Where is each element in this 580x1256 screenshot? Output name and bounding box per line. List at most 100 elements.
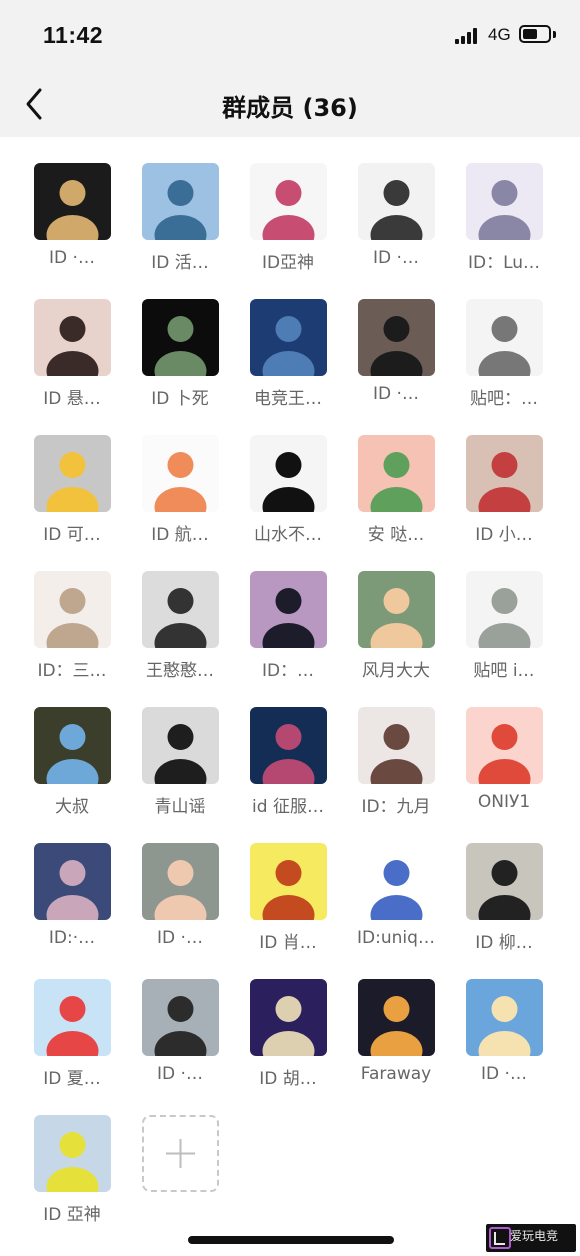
member-avatar[interactable] bbox=[142, 163, 219, 240]
member-name: ID：三… bbox=[37, 661, 107, 681]
member-avatar[interactable] bbox=[250, 979, 327, 1056]
member-avatar[interactable] bbox=[250, 571, 327, 648]
member-item[interactable]: ID 夏… bbox=[18, 979, 126, 1109]
member-avatar[interactable] bbox=[142, 571, 219, 648]
member-item[interactable]: 风月大大 bbox=[342, 571, 450, 701]
battery-tip bbox=[553, 31, 556, 38]
network-type: 4G bbox=[488, 25, 511, 44]
member-avatar[interactable] bbox=[466, 843, 543, 920]
member-item[interactable]: Faraway bbox=[342, 979, 450, 1109]
plus-icon bbox=[166, 1139, 195, 1168]
member-avatar[interactable] bbox=[142, 299, 219, 376]
member-item[interactable]: 贴吧：… bbox=[450, 299, 558, 429]
member-avatar[interactable] bbox=[358, 979, 435, 1056]
member-avatar[interactable] bbox=[466, 435, 543, 512]
battery-icon bbox=[519, 25, 551, 43]
member-item[interactable]: ID ·… bbox=[342, 299, 450, 429]
watermark-text: 爱玩电竞 bbox=[510, 1229, 559, 1243]
member-name: ID 亞神 bbox=[43, 1205, 101, 1225]
member-item[interactable]: ID：九月 bbox=[342, 707, 450, 837]
member-name: 安 哒… bbox=[367, 525, 425, 545]
member-avatar[interactable] bbox=[142, 979, 219, 1056]
member-item[interactable]: ID 活… bbox=[126, 163, 234, 293]
member-avatar[interactable] bbox=[250, 843, 327, 920]
member-name: ID：… bbox=[261, 661, 315, 681]
member-avatar[interactable] bbox=[142, 843, 219, 920]
member-item[interactable]: ID亞神 bbox=[234, 163, 342, 293]
member-item[interactable]: 贴吧 i… bbox=[450, 571, 558, 701]
member-name: ID ·… bbox=[157, 1064, 203, 1084]
member-item[interactable]: 大叔 bbox=[18, 707, 126, 837]
member-item[interactable]: id 征服… bbox=[234, 707, 342, 837]
member-item[interactable]: 山水不… bbox=[234, 435, 342, 565]
member-item[interactable]: ID ·… bbox=[18, 163, 126, 293]
member-avatar[interactable] bbox=[358, 707, 435, 784]
member-avatar[interactable] bbox=[358, 843, 435, 920]
home-indicator bbox=[188, 1236, 394, 1244]
member-item[interactable]: 电竞王… bbox=[234, 299, 342, 429]
member-item[interactable]: ID：… bbox=[234, 571, 342, 701]
member-avatar[interactable] bbox=[358, 571, 435, 648]
member-avatar[interactable] bbox=[34, 571, 111, 648]
member-item[interactable]: ID 小… bbox=[450, 435, 558, 565]
member-name: ID 肖… bbox=[259, 933, 317, 953]
member-name: ID ·… bbox=[373, 384, 419, 404]
member-avatar[interactable] bbox=[466, 299, 543, 376]
member-item[interactable]: 王憨憨… bbox=[126, 571, 234, 701]
member-item[interactable]: ID：三… bbox=[18, 571, 126, 701]
member-name: 山水不… bbox=[254, 525, 322, 545]
member-avatar[interactable] bbox=[34, 1115, 111, 1192]
member-item[interactable]: ID 可… bbox=[18, 435, 126, 565]
page-title: 群成员 (36) bbox=[222, 94, 358, 122]
member-item[interactable]: ID:·… bbox=[18, 843, 126, 973]
member-item[interactable]: ID 肖… bbox=[234, 843, 342, 973]
member-avatar[interactable] bbox=[34, 979, 111, 1056]
member-name: ID ·… bbox=[373, 248, 419, 268]
member-avatar[interactable] bbox=[466, 979, 543, 1056]
member-item[interactable]: 安 哒… bbox=[342, 435, 450, 565]
member-name: ID 胡… bbox=[259, 1069, 317, 1089]
member-item[interactable]: ID 胡… bbox=[234, 979, 342, 1109]
member-avatar[interactable] bbox=[358, 435, 435, 512]
member-item[interactable]: ID ·… bbox=[126, 979, 234, 1109]
member-avatar[interactable] bbox=[34, 843, 111, 920]
member-item[interactable]: ID ·… bbox=[126, 843, 234, 973]
member-avatar[interactable] bbox=[34, 163, 111, 240]
member-avatar[interactable] bbox=[250, 299, 327, 376]
member-avatar[interactable] bbox=[34, 707, 111, 784]
member-name: 青山谣 bbox=[154, 797, 206, 817]
member-item[interactable]: ID 卜死 bbox=[126, 299, 234, 429]
member-name: ID 小… bbox=[475, 525, 533, 545]
member-name: ID:uniq… bbox=[357, 928, 435, 948]
member-avatar[interactable] bbox=[466, 163, 543, 240]
member-avatar[interactable] bbox=[34, 299, 111, 376]
signal-icon bbox=[455, 28, 481, 44]
member-avatar[interactable] bbox=[142, 435, 219, 512]
watermark-logo: 爱玩电竞 bbox=[486, 1224, 576, 1252]
member-avatar[interactable] bbox=[142, 707, 219, 784]
member-avatar[interactable] bbox=[358, 299, 435, 376]
member-item[interactable]: ID:uniq… bbox=[342, 843, 450, 973]
add-member-button[interactable] bbox=[142, 1115, 219, 1192]
member-item[interactable]: ID：Lu… bbox=[450, 163, 558, 293]
member-name: ID ·… bbox=[157, 928, 203, 948]
member-item[interactable]: ID 航… bbox=[126, 435, 234, 565]
member-item[interactable]: ONIУ1 bbox=[450, 707, 558, 837]
member-avatar[interactable] bbox=[250, 435, 327, 512]
member-avatar[interactable] bbox=[250, 163, 327, 240]
watermark-icon bbox=[489, 1227, 511, 1249]
member-avatar[interactable] bbox=[466, 571, 543, 648]
member-item[interactable]: ID 柳… bbox=[450, 843, 558, 973]
navigation-bar: 群成员 (36) bbox=[0, 70, 580, 137]
member-avatar[interactable] bbox=[358, 163, 435, 240]
member-name: 电竞王… bbox=[254, 389, 322, 409]
member-item[interactable]: ID ·… bbox=[450, 979, 558, 1109]
member-avatar[interactable] bbox=[250, 707, 327, 784]
member-item[interactable]: ID ·… bbox=[342, 163, 450, 293]
member-item[interactable]: 青山谣 bbox=[126, 707, 234, 837]
member-name: ID：Lu… bbox=[467, 253, 541, 273]
member-avatar[interactable] bbox=[34, 435, 111, 512]
member-avatar[interactable] bbox=[466, 707, 543, 784]
member-item[interactable]: ID 悬… bbox=[18, 299, 126, 429]
member-item[interactable]: ID 亞神 bbox=[18, 1115, 126, 1245]
